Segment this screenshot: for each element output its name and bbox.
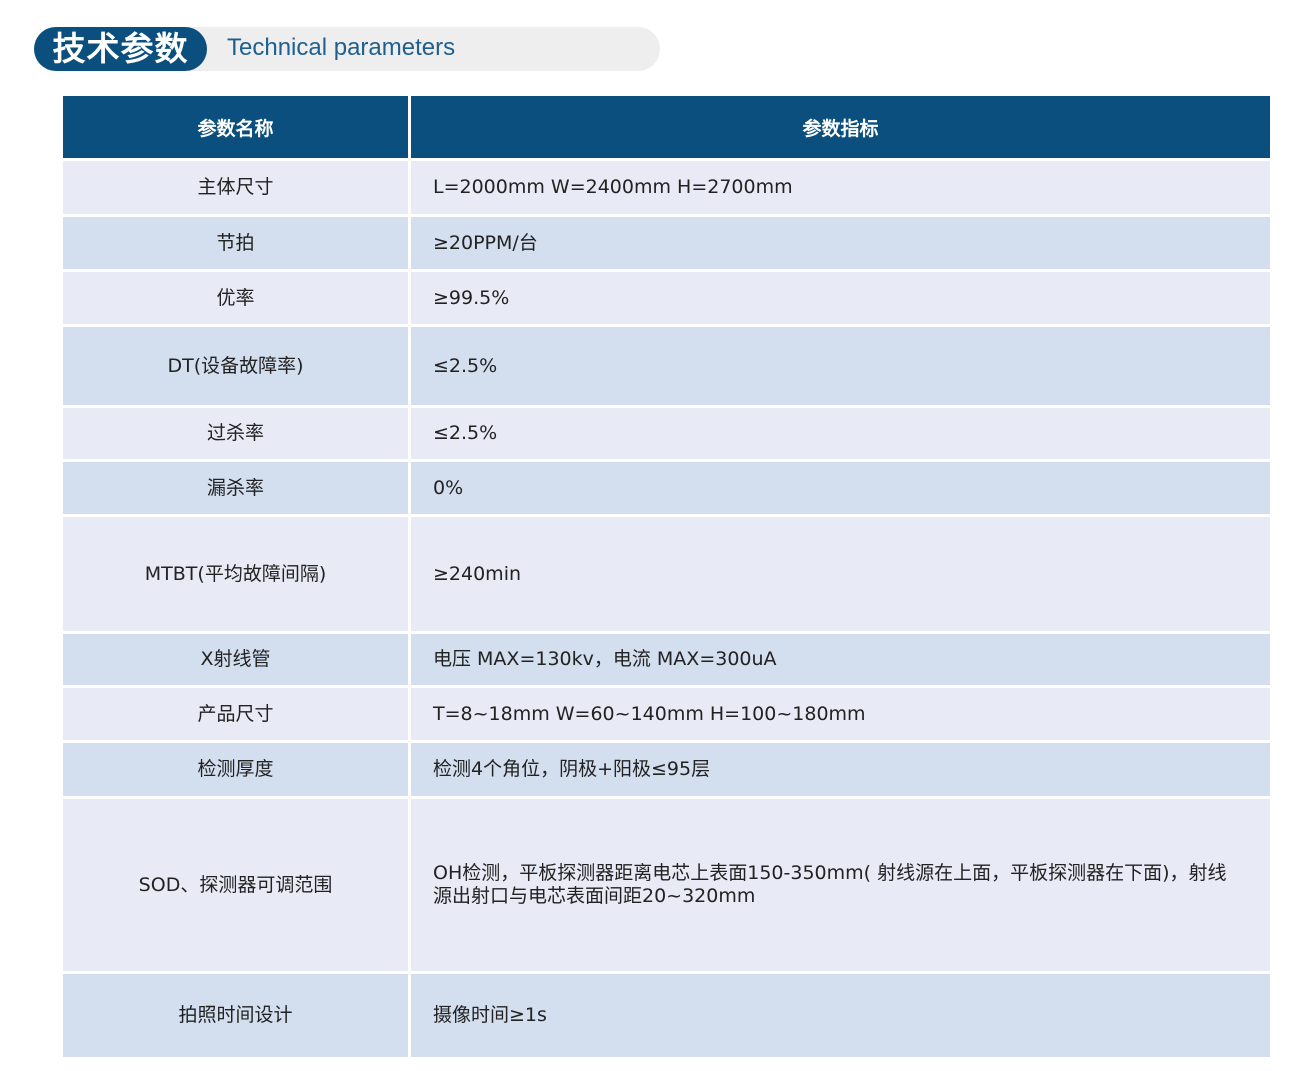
table-row: DT(设备故障率) ≤2.5% xyxy=(63,324,1270,405)
table-row: 产品尺寸 T=8~18mm W=60~140mm H=100~180mm xyxy=(63,685,1270,740)
param-value: L=2000mm W=2400mm H=2700mm xyxy=(411,158,1270,214)
table-row: SOD、探测器可调范围 OH检测，平板探测器距离电芯上表面150-350mm( … xyxy=(63,796,1270,971)
table-header-row: 参数名称 参数指标 xyxy=(63,96,1270,158)
param-value: 检测4个角位，阴极+阳极≤95层 xyxy=(411,740,1270,796)
param-value: 摄像时间≥1s xyxy=(411,971,1270,1057)
param-name: 漏杀率 xyxy=(63,459,411,514)
section-heading: 技术参数 Technical parameters xyxy=(34,27,660,71)
table-row: MTBT(平均故障间隔) ≥240min xyxy=(63,514,1270,631)
heading-subtitle: Technical parameters xyxy=(227,34,456,61)
param-value: ≤2.5% xyxy=(411,324,1270,405)
param-value: ≤2.5% xyxy=(411,405,1270,459)
param-value: T=8~18mm W=60~140mm H=100~180mm xyxy=(411,685,1270,740)
column-header-name: 参数名称 xyxy=(63,96,411,158)
table-row: 主体尺寸 L=2000mm W=2400mm H=2700mm xyxy=(63,158,1270,214)
param-name: 检测厚度 xyxy=(63,740,411,796)
table-row: 优率 ≥99.5% xyxy=(63,269,1270,324)
param-name: MTBT(平均故障间隔) xyxy=(63,514,411,631)
param-name: 产品尺寸 xyxy=(63,685,411,740)
parameters-table: 参数名称 参数指标 主体尺寸 L=2000mm W=2400mm H=2700m… xyxy=(63,96,1270,1057)
table-row: X射线管 电压 MAX=130kv，电流 MAX=300uA xyxy=(63,631,1270,685)
param-name: 优率 xyxy=(63,269,411,324)
param-value: 电压 MAX=130kv，电流 MAX=300uA xyxy=(411,631,1270,685)
table-row: 漏杀率 0% xyxy=(63,459,1270,514)
param-name: 拍照时间设计 xyxy=(63,971,411,1057)
param-name: 主体尺寸 xyxy=(63,158,411,214)
param-value: OH检测，平板探测器距离电芯上表面150-350mm( 射线源在上面，平板探测器… xyxy=(411,796,1270,971)
param-name: X射线管 xyxy=(63,631,411,685)
param-value: 0% xyxy=(411,459,1270,514)
table-row: 过杀率 ≤2.5% xyxy=(63,405,1270,459)
table-row: 拍照时间设计 摄像时间≥1s xyxy=(63,971,1270,1057)
param-name: SOD、探测器可调范围 xyxy=(63,796,411,971)
param-value: ≥20PPM/台 xyxy=(411,214,1270,269)
table-row: 检测厚度 检测4个角位，阴极+阳极≤95层 xyxy=(63,740,1270,796)
param-name: 节拍 xyxy=(63,214,411,269)
column-header-value: 参数指标 xyxy=(411,96,1270,158)
param-name: 过杀率 xyxy=(63,405,411,459)
param-name: DT(设备故障率) xyxy=(63,324,411,405)
param-value: ≥240min xyxy=(411,514,1270,631)
param-value: ≥99.5% xyxy=(411,269,1270,324)
table-row: 节拍 ≥20PPM/台 xyxy=(63,214,1270,269)
heading-title-pill: 技术参数 xyxy=(34,27,207,71)
